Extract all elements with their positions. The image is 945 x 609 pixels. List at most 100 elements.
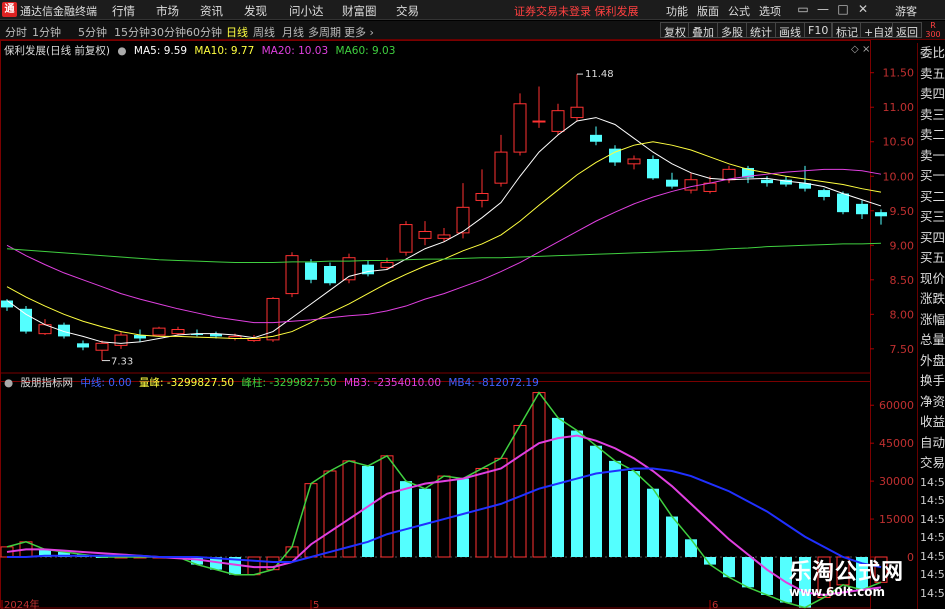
rp-time: 14:56 — [920, 475, 945, 489]
fuquan-button[interactable]: 复权 — [660, 22, 690, 39]
period-1min[interactable]: 1分钟 — [32, 24, 61, 40]
menu-caifuquan[interactable]: 财富圈 — [342, 3, 377, 19]
rp-time: 14:56 — [920, 531, 945, 544]
volume-bar — [532, 392, 546, 558]
price-tick-label: 10.00 — [883, 170, 915, 183]
price-tick-label: 11.00 — [883, 101, 915, 114]
menu-gongneng[interactable]: 功能 — [666, 3, 688, 19]
price-tick-label: 11.50 — [883, 67, 915, 80]
price-tick-label: 9.50 — [890, 205, 915, 218]
r-badge: R 300 — [925, 21, 941, 39]
price-tick-label: 7.50 — [890, 343, 915, 356]
period-15min[interactable]: 15分钟 — [114, 24, 150, 40]
app-window: 通 通达信金融终端 行情 市场 资讯 发现 问小达 财富圈 交易 证券交易未登录… — [0, 0, 945, 609]
ma-line-ma20 — [6, 168, 882, 324]
rp-auto[interactable]: 自动 — [918, 433, 945, 454]
app-logo-icon: 通 — [2, 2, 17, 17]
volume-bar — [761, 557, 773, 595]
rp-trade[interactable]: 交易 — [918, 453, 945, 474]
candle-body — [418, 230, 432, 239]
stock-title[interactable]: 保利发展(日线 前复权) — [4, 45, 110, 57]
fengzhu-label: 峰柱: -3299827.50 — [241, 377, 337, 389]
menu-zixun[interactable]: 资讯 — [200, 3, 223, 19]
close-icon[interactable]: ✕ — [855, 2, 871, 16]
candle-body — [266, 297, 280, 341]
period-fenshi[interactable]: 分时 — [5, 24, 27, 40]
rp-time: 14:56 — [920, 568, 945, 581]
rp-time: 14:56 — [920, 549, 945, 563]
rp-buy1: 买一 — [920, 168, 945, 183]
duogu-button[interactable]: 多股 — [717, 22, 747, 39]
menu-faxian[interactable]: 发现 — [244, 3, 267, 19]
candle-body — [875, 212, 887, 217]
rp-weibi: 委比 — [920, 45, 945, 60]
trade-login-warning[interactable]: 证券交易未登录 保利发展 — [514, 3, 639, 19]
diamond-icon: ◇ — [851, 44, 859, 55]
rp-pct-change: 涨幅 — [920, 311, 945, 327]
candle-body — [114, 334, 128, 346]
volume-bar — [685, 539, 697, 557]
main-plot-frame — [0, 40, 871, 382]
volume-bar — [437, 475, 451, 558]
price-tick-label: 10.50 — [883, 136, 915, 149]
watermark-logo: 乐淘公式网 www.60lt.com — [789, 560, 905, 599]
rp-time: 14:56 — [920, 494, 945, 507]
period-30min[interactable]: 30分钟 — [150, 24, 186, 40]
quote-side-panel: 委比 卖五 卖四 卖三 卖二 卖一 买一 买二 买三 买四 买五 现价 涨跌 涨… — [917, 43, 945, 609]
volume-bar — [609, 460, 621, 557]
back-button[interactable]: 返回 — [892, 22, 922, 39]
candle-body — [856, 203, 868, 215]
period-more[interactable]: 更多 › — [344, 24, 374, 40]
candle-body — [647, 159, 659, 179]
menu-wenxiaoda[interactable]: 问小达 — [289, 3, 324, 19]
volume-bar — [457, 478, 469, 557]
date-tick-label: 2024年 — [4, 598, 39, 609]
minimize-icon[interactable]: — — [815, 2, 831, 16]
period-60min[interactable]: 60分钟 — [186, 24, 222, 40]
rp-volume: 总量 — [920, 332, 945, 347]
sub-chart-legend: ● 股朋指标网 中线: 0.00 量峰: -3299827.50 峰柱: -32… — [4, 375, 543, 390]
menu-xuanxiang[interactable]: 选项 — [759, 3, 781, 19]
volume-tick-label: 45000 — [879, 437, 914, 450]
menu-shichang[interactable]: 市场 — [156, 3, 179, 19]
period-monthly[interactable]: 月线 — [282, 24, 304, 40]
candle-body — [590, 134, 602, 142]
f10-button[interactable]: F10 — [804, 22, 833, 38]
sub-plot-frame — [0, 372, 871, 609]
close-icon: × — [862, 44, 870, 55]
volume-bar — [647, 488, 659, 557]
rp-buy4: 买四 — [920, 229, 945, 245]
date-tick-label: 5 — [313, 600, 319, 609]
period-weekly[interactable]: 周线 — [253, 24, 275, 40]
volume-tick-label: 30000 — [879, 475, 914, 488]
candle-body — [95, 342, 109, 351]
tongji-button[interactable]: 统计 — [746, 22, 776, 39]
period-multi[interactable]: 多周期 — [308, 24, 341, 40]
biaoji-button[interactable]: 标记 — [832, 22, 862, 39]
rp-buy2: 买二 — [920, 188, 945, 204]
candle-body — [475, 193, 489, 201]
maximize-icon[interactable]: □ — [835, 2, 851, 16]
menu-jiaoyi[interactable]: 交易 — [396, 3, 419, 19]
rp-time: 14:56 — [920, 586, 945, 600]
rp-turnover: 换手 — [920, 373, 945, 388]
restore-icon[interactable]: ▭ — [795, 2, 811, 16]
candle-body — [324, 266, 336, 284]
menu-hangqing[interactable]: 行情 — [112, 3, 135, 19]
diejia-button[interactable]: 叠加 — [688, 22, 718, 39]
volume-tick-label: 15000 — [879, 513, 914, 526]
period-daily[interactable]: 日线 — [226, 24, 248, 40]
kline-chart[interactable]: 7.50 8.00 8.50 9.00 9.50 10.00 10.50 11.00 11.50… — [0, 40, 917, 609]
candle-body — [761, 179, 773, 184]
rp-sell4: 卖四 — [920, 86, 945, 101]
indicator-name[interactable]: 股朋指标网 — [21, 377, 74, 389]
menu-banmian[interactable]: 版面 — [697, 3, 719, 19]
rp-buy3: 买三 — [920, 209, 945, 224]
ma10-label: MA10: 9.77 — [194, 45, 255, 57]
period-5min[interactable]: 5分钟 — [78, 24, 107, 40]
candle-body — [171, 329, 185, 335]
menu-gongshi[interactable]: 公式 — [728, 3, 750, 19]
guest-login[interactable]: 游客 — [895, 3, 917, 19]
huaxian-button[interactable]: 画线 — [775, 22, 805, 39]
rp-sell5: 卖五 — [920, 65, 945, 81]
